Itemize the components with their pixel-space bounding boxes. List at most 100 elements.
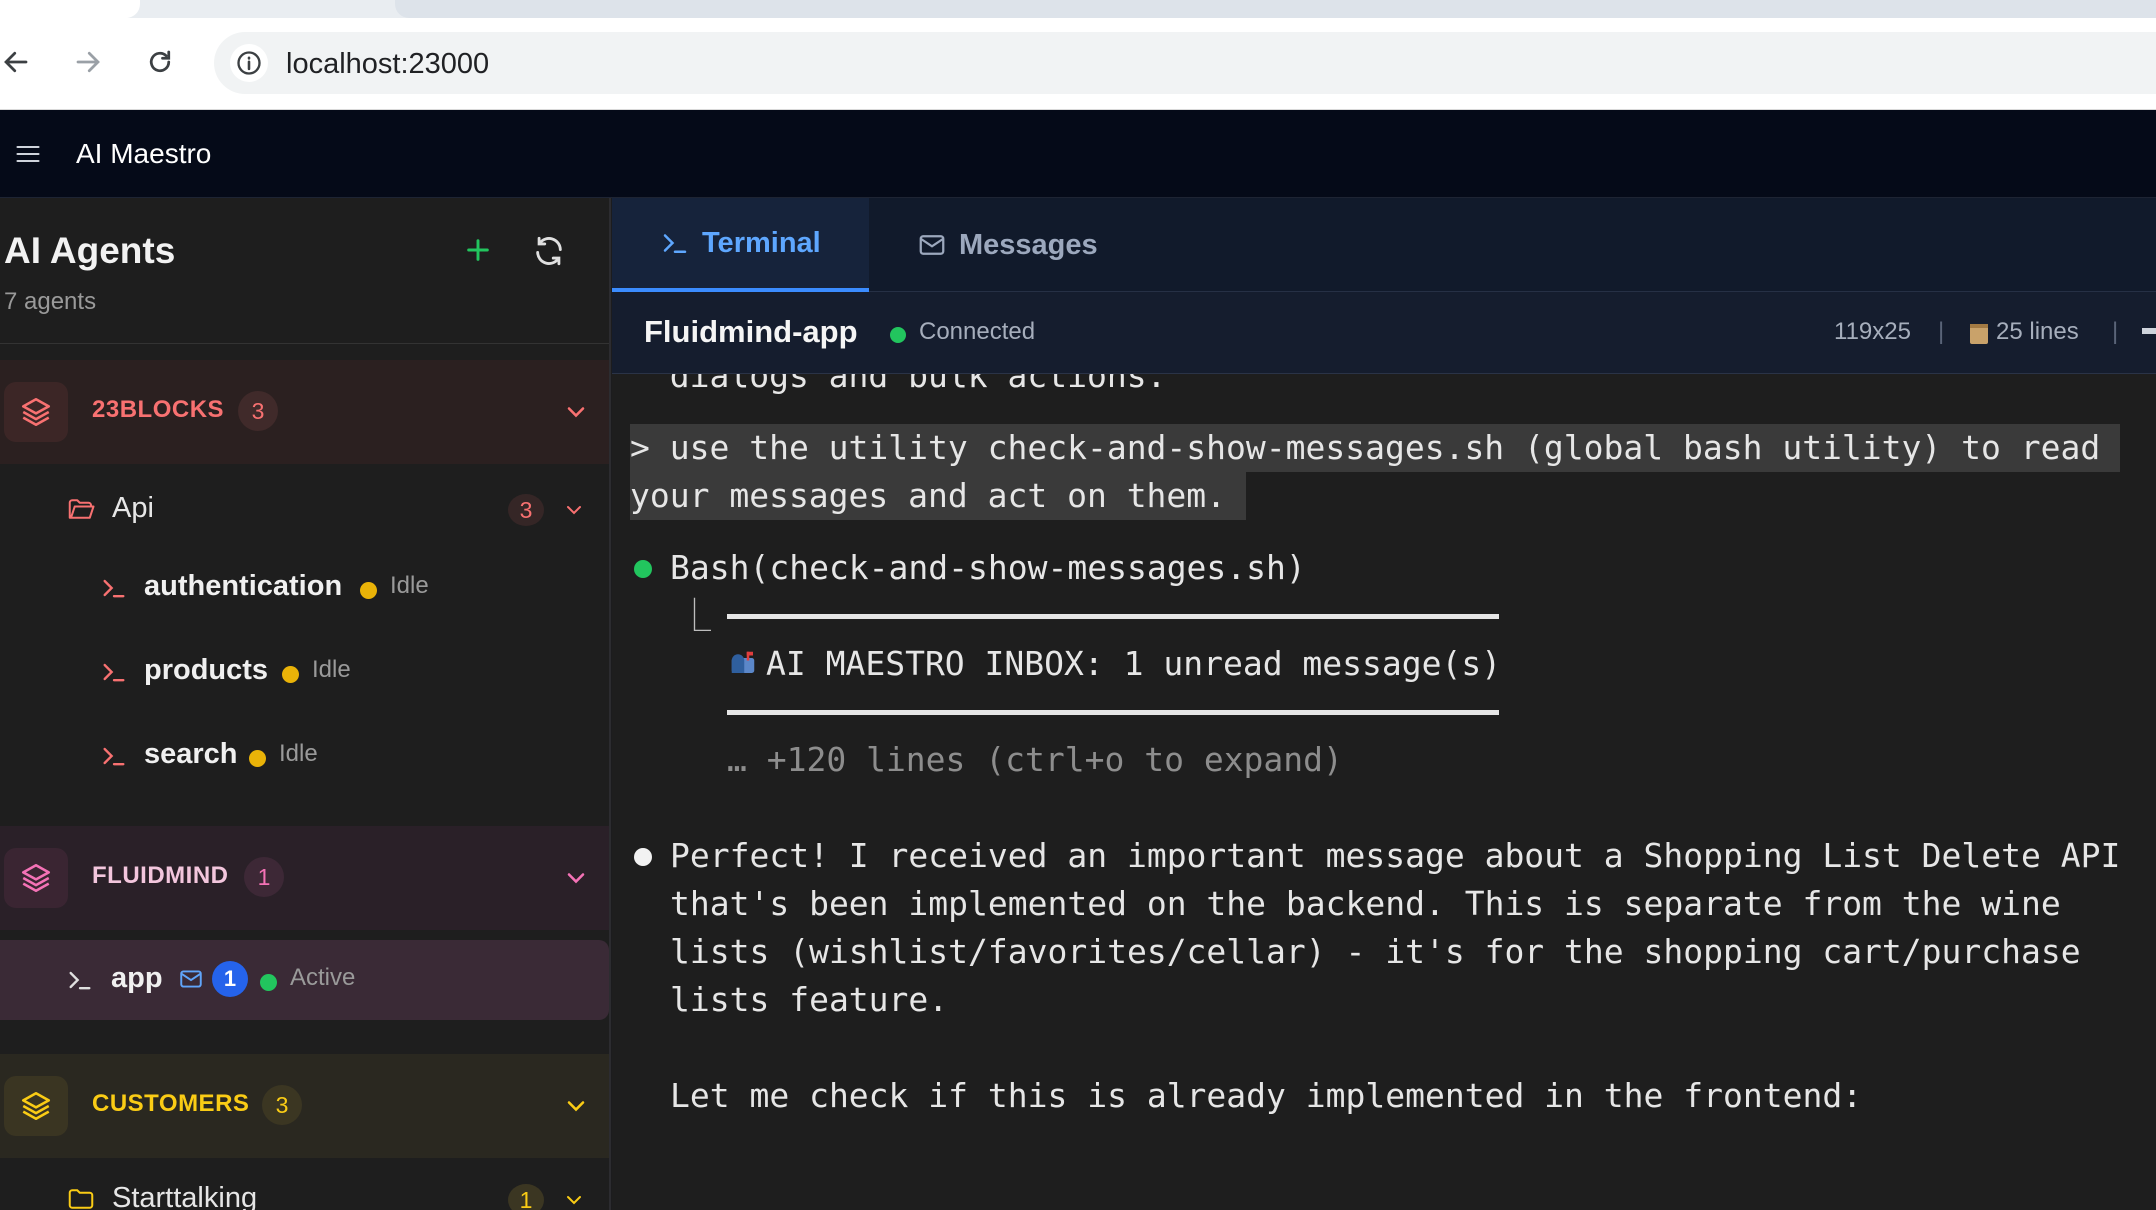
agent-status: Idle	[312, 656, 351, 683]
back-button[interactable]	[0, 40, 38, 84]
agent-row-app[interactable]: app 1 Active	[0, 940, 609, 1020]
agent-status: Idle	[390, 572, 429, 599]
group-icon	[4, 848, 68, 908]
terminal-line-user-input: your messages and act on them.	[630, 472, 1246, 520]
agent-count: 7 agents	[4, 288, 97, 315]
terminal-line-tool-call: Bash(check-and-show-messages.sh)	[670, 548, 1306, 587]
add-agent-button[interactable]	[462, 234, 494, 271]
subgroup-count-badge: 3	[508, 494, 544, 526]
agent-name: search	[144, 738, 238, 770]
idle-status-dot	[282, 666, 299, 683]
minimize-icon[interactable]	[2142, 328, 2156, 334]
info-icon	[237, 51, 261, 75]
hamburger-menu-icon	[16, 145, 40, 163]
group-icon	[4, 382, 68, 442]
idle-status-dot	[249, 750, 266, 767]
terminal-prompt-icon	[103, 747, 125, 766]
url-text[interactable]: localhost:23000	[286, 48, 489, 81]
assistant-bullet	[634, 848, 652, 866]
terminal-line-assistant: Let me check if this is already implemen…	[670, 1076, 1863, 1115]
session-bar: Fluidmind-app Connected 119x25 | 25 line…	[612, 292, 2156, 374]
terminal-prompt-icon	[69, 971, 91, 990]
chevron-down-icon[interactable]	[562, 1092, 590, 1120]
agent-row-search[interactable]: search Idle	[0, 716, 609, 794]
agent-name: products	[144, 654, 269, 686]
chevron-down-icon[interactable]	[562, 398, 590, 426]
menu-button[interactable]	[14, 140, 42, 173]
collapsed-output-hint[interactable]: … +120 lines (ctrl+o to expand)	[727, 736, 1343, 784]
agent-row-authentication[interactable]: authentication Idle	[0, 548, 609, 626]
agent-status: Idle	[279, 740, 318, 767]
sidebar-title: AI Agents	[4, 230, 176, 271]
chevron-down-icon[interactable]	[562, 498, 586, 522]
terminal-output[interactable]: dialogs and bulk actions. > use the util…	[612, 374, 2156, 1210]
group-customers[interactable]: CUSTOMERS 3	[0, 1054, 609, 1158]
forward-button[interactable]	[66, 40, 110, 84]
tab-terminal[interactable]: Terminal	[612, 198, 869, 292]
browser-tab-inactive[interactable]	[395, 0, 2156, 18]
group-name: FLUIDMIND	[92, 862, 229, 889]
group-fluidmind[interactable]: FLUIDMIND 1	[0, 826, 609, 930]
app-title: AI Maestro	[76, 138, 212, 169]
site-info-button[interactable]	[230, 44, 268, 82]
browser-tab-active[interactable]	[0, 0, 140, 18]
terminal-prompt-icon	[103, 579, 125, 598]
inbox-rule-bottom	[727, 710, 1499, 715]
refresh-agents-button[interactable]	[532, 234, 566, 273]
terminal-line: dialogs and bulk actions.	[630, 374, 1167, 395]
envelope-icon[interactable]	[178, 966, 204, 992]
subgroup-name: Starttalking	[112, 1182, 258, 1210]
connection-status: Connected	[919, 318, 1036, 345]
scroll-icon	[1970, 324, 1988, 344]
agent-row-products[interactable]: products Idle	[0, 632, 609, 710]
layers-icon	[21, 397, 51, 427]
tool-call-bullet	[634, 560, 652, 578]
tab-label: Terminal	[702, 226, 821, 259]
browser-chrome: localhost:23000	[0, 0, 2156, 110]
terminal-line-assistant: lists (wishlist/favorites/cellar) - it's…	[670, 932, 2081, 971]
arrow-right-icon	[76, 51, 100, 73]
subgroup-starttalking[interactable]: Starttalking 1	[0, 1168, 609, 1210]
mailbox-icon	[731, 651, 755, 673]
agent-status: Active	[290, 964, 356, 991]
main-panel: Terminal Messages Fluidmind-app Connecte…	[612, 198, 2156, 1210]
divider: |	[2112, 318, 2119, 345]
sidebar-header: AI Agents 7 agents	[0, 198, 609, 344]
group-23blocks[interactable]: 23BLOCKS 3	[0, 360, 609, 464]
connected-status-dot	[890, 327, 906, 343]
group-name: 23BLOCKS	[92, 396, 225, 423]
subgroup-name: Api	[112, 492, 154, 524]
terminal-prompt-icon	[103, 663, 125, 682]
active-status-dot	[260, 974, 277, 991]
chevron-down-icon[interactable]	[562, 1188, 586, 1210]
address-bar[interactable]: localhost:23000	[214, 32, 2156, 94]
layers-icon	[21, 863, 51, 893]
envelope-icon	[919, 235, 945, 255]
agent-name: app	[111, 962, 163, 994]
session-name: Fluidmind-app	[644, 314, 858, 349]
divider: |	[1938, 318, 1945, 345]
terminal-line-assistant: Perfect! I received an important message…	[670, 836, 2121, 875]
app-header: AI Maestro	[0, 110, 2156, 198]
layers-icon	[21, 1091, 51, 1121]
inbox-rule-top	[727, 614, 1499, 619]
folder-open-icon	[68, 499, 95, 519]
agent-name: authentication	[144, 570, 343, 602]
terminal-dimensions: 119x25	[1834, 318, 1911, 345]
panel-tabs: Terminal Messages	[612, 198, 2156, 292]
refresh-icon	[536, 236, 562, 266]
reload-button[interactable]	[138, 40, 182, 84]
chevron-down-icon[interactable]	[562, 864, 590, 892]
subgroup-api[interactable]: Api 3	[0, 474, 609, 544]
group-count-badge: 3	[238, 391, 278, 431]
arrow-left-icon	[4, 51, 28, 73]
group-name: CUSTOMERS	[92, 1090, 250, 1117]
agents-sidebar: AI Agents 7 agents 23BLOCKS 3 Api 3 auth…	[0, 198, 611, 1210]
folder-icon	[68, 1189, 94, 1209]
tab-messages[interactable]: Messages	[869, 198, 1119, 292]
unread-count-badge: 1	[212, 961, 248, 997]
tab-label: Messages	[959, 228, 1098, 261]
terminal-line-assistant: that's been implemented on the backend. …	[670, 884, 2061, 923]
idle-status-dot	[360, 582, 377, 599]
group-count-badge: 1	[244, 857, 284, 897]
